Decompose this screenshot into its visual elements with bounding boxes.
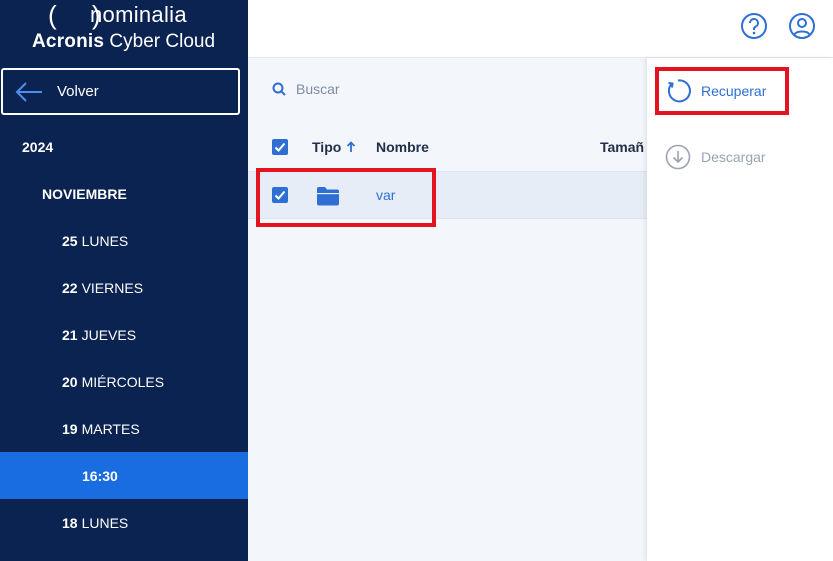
file-browser: Buscar Tipo Nombre Tamañ var <box>248 58 647 561</box>
actions-panel: Recuperar Descargar <box>647 58 833 561</box>
brand-logo: ( ) nominalia Acronis Cyber Cloud <box>0 0 248 58</box>
checkmark-icon <box>274 190 286 200</box>
select-all-checkbox[interactable] <box>272 139 288 155</box>
product-name-bold: Acronis <box>32 31 105 52</box>
day-name: VIERNES <box>81 279 144 296</box>
top-bar <box>248 0 833 58</box>
product-name-light: Cyber Cloud <box>104 31 216 52</box>
brand-parens: ( ) <box>48 0 115 30</box>
user-circle-icon[interactable] <box>788 12 816 40</box>
arrow-left-icon <box>15 82 42 102</box>
table-header: Tipo Nombre Tamañ <box>248 124 647 171</box>
sidebar-item-day[interactable]: 21 JUEVES <box>0 311 248 358</box>
question-circle-icon[interactable] <box>740 12 768 40</box>
day-number: 20 <box>62 373 78 390</box>
day-name: MIÉRCOLES <box>81 373 165 390</box>
column-header-tipo[interactable]: Tipo <box>312 139 356 155</box>
sidebar-item-day[interactable]: 25 LUNES <box>0 217 248 264</box>
file-name-link[interactable]: var <box>376 187 395 203</box>
sidebar-item-year[interactable]: 2024 <box>0 123 248 170</box>
day-name: JUEVES <box>81 326 137 343</box>
sidebar-item-backup-time[interactable]: 16:30 <box>0 452 248 499</box>
day-name: MARTES <box>81 420 140 437</box>
folder-icon <box>317 187 339 206</box>
day-name: LUNES <box>81 514 129 531</box>
day-name: LUNES <box>81 232 129 249</box>
day-number: 25 <box>62 232 78 249</box>
search-box[interactable]: Buscar <box>272 81 340 97</box>
checkmark-icon <box>274 142 286 152</box>
column-tipo-label: Tipo <box>312 139 342 155</box>
day-number: 21 <box>62 326 78 343</box>
brand-name: nominalia <box>90 2 187 27</box>
sidebar-item-day[interactable]: 22 VIERNES <box>0 264 248 311</box>
back-button[interactable]: Volver <box>1 68 240 115</box>
column-header-tamano[interactable]: Tamañ <box>600 139 644 155</box>
download-button[interactable]: Descargar <box>665 144 766 170</box>
year-label: 2024 <box>22 138 54 155</box>
sidebar-item-day[interactable]: 20 MIÉRCOLES <box>0 358 248 405</box>
day-number: 18 <box>62 514 78 531</box>
table-row[interactable]: var <box>248 171 647 219</box>
restore-icon <box>667 79 691 103</box>
search-icon <box>272 82 286 96</box>
sort-arrow-up-icon <box>347 141 356 152</box>
sidebar: ( ) nominalia Acronis Cyber Cloud Volver… <box>0 0 248 561</box>
back-button-label: Volver <box>57 83 99 100</box>
sidebar-item-day[interactable]: 18 LUNES <box>0 499 248 546</box>
sidebar-item-month[interactable]: NOVIEMBRE <box>0 170 248 217</box>
row-checkbox[interactable] <box>272 187 288 203</box>
backup-time-label: 16:30 <box>82 467 118 484</box>
download-label: Descargar <box>701 149 766 165</box>
recover-label: Recuperar <box>701 83 767 99</box>
column-header-nombre[interactable]: Nombre <box>376 139 429 155</box>
day-number: 19 <box>62 420 78 437</box>
recover-button[interactable]: Recuperar <box>665 78 766 104</box>
day-number: 22 <box>62 279 78 296</box>
download-icon <box>665 144 691 170</box>
sidebar-item-day[interactable]: 19 MARTES <box>0 405 248 452</box>
search-placeholder: Buscar <box>296 81 340 97</box>
month-label: NOVIEMBRE <box>42 185 127 202</box>
